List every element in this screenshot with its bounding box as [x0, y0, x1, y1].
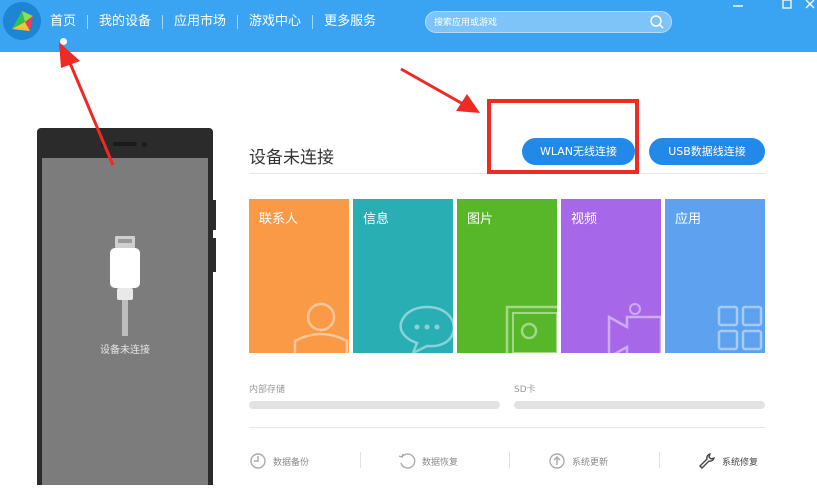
nav-item-home[interactable]: 首页	[50, 13, 87, 31]
header-divider	[249, 173, 765, 174]
tile-contacts[interactable]: 联系人	[249, 199, 349, 353]
update-icon	[549, 453, 565, 469]
tile-label: 联系人	[259, 212, 299, 227]
tool-separator	[509, 452, 510, 468]
chat-icon	[399, 305, 453, 353]
tool-label: 系统更新	[572, 457, 609, 468]
tile-apps[interactable]: 应用	[665, 199, 765, 353]
tile-label: 视频	[571, 212, 598, 227]
close-icon[interactable]	[803, 0, 817, 10]
tool-separator	[360, 452, 361, 468]
tools-divider	[249, 427, 765, 428]
tile-label: 应用	[675, 212, 702, 227]
app-window: 首页 我的设备 应用市场 游戏中心 更多服务 搜索应用或游戏 设备未连接 设备未…	[0, 0, 817, 500]
nav-item-more-services[interactable]: 更多服务	[313, 13, 387, 31]
nav-item-app-market[interactable]: 应用市场	[163, 13, 237, 31]
phone-sensor	[142, 142, 147, 147]
minimize-icon[interactable]	[731, 0, 745, 10]
phone-side-button	[213, 238, 216, 272]
tool-label: 系统修复	[722, 457, 759, 468]
tile-messages[interactable]: 信息	[353, 199, 453, 353]
tile-photos[interactable]: 图片	[457, 199, 557, 353]
search-box[interactable]: 搜索应用或游戏	[425, 11, 672, 33]
tool-label: 数据恢复	[422, 457, 459, 468]
phone-status-text: 设备未连接	[100, 345, 150, 356]
contact-icon	[293, 302, 349, 353]
usb-connect-button[interactable]: USB数据线连接	[649, 138, 765, 165]
sd-card-label: SD卡	[514, 385, 536, 395]
tool-separator	[659, 452, 660, 468]
tile-videos[interactable]: 视频	[561, 199, 661, 353]
wlan-connect-button[interactable]: WLAN无线连接	[522, 138, 635, 165]
app-logo[interactable]	[3, 2, 41, 40]
video-icon	[607, 303, 661, 353]
backup-icon	[250, 453, 266, 469]
internal-storage-label: 内部存储	[249, 385, 286, 395]
active-nav-indicator	[60, 38, 67, 45]
top-bar: 首页 我的设备 应用市场 游戏中心 更多服务 搜索应用或游戏	[0, 0, 817, 52]
sd-card-bar	[514, 401, 765, 409]
phone-screen: 设备未连接	[42, 158, 208, 485]
apps-icon	[717, 305, 763, 351]
phone-speaker	[113, 142, 137, 146]
internal-storage-bar	[249, 401, 500, 409]
search-icon[interactable]	[649, 14, 665, 30]
tile-label: 图片	[467, 212, 494, 227]
maximize-icon[interactable]	[780, 0, 794, 10]
backup-tool[interactable]: 数据备份	[249, 452, 309, 470]
phone-camera	[101, 142, 106, 147]
repair-tool[interactable]: 系统修复	[698, 452, 758, 470]
restore-icon	[398, 453, 416, 469]
tile-label: 信息	[363, 212, 390, 227]
wrench-icon	[699, 453, 715, 469]
nav-item-game-center[interactable]: 游戏中心	[238, 13, 312, 31]
connection-status-title: 设备未连接	[249, 148, 334, 168]
main-nav: 首页 我的设备 应用市场 游戏中心 更多服务	[50, 13, 387, 31]
tool-label: 数据备份	[273, 457, 310, 468]
update-tool[interactable]: 系统更新	[548, 452, 608, 470]
restore-tool[interactable]: 数据恢复	[398, 452, 458, 470]
phone-side-button	[213, 200, 216, 230]
search-placeholder: 搜索应用或游戏	[434, 18, 498, 28]
image-icon	[505, 305, 557, 353]
phone-illustration: 设备未连接	[37, 128, 216, 485]
usb-plug-icon	[110, 236, 140, 336]
annotation-arrow-to-wlan	[400, 67, 480, 113]
nav-item-my-device[interactable]: 我的设备	[88, 13, 162, 31]
